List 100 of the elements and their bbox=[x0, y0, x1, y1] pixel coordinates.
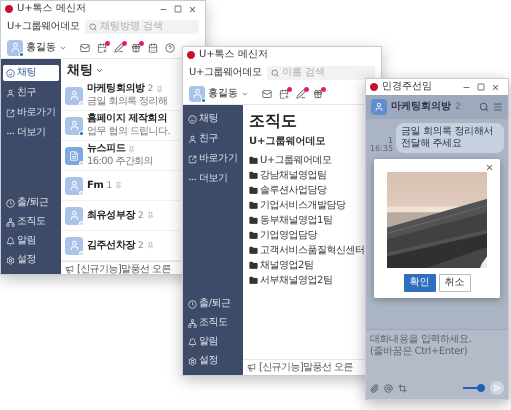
chat-room-item[interactable]: 최유성부장 2 bbox=[61, 201, 181, 231]
sidebar-item[interactable]: 조직도 bbox=[3, 214, 59, 230]
toggle-switch[interactable] bbox=[463, 384, 485, 392]
person-icon bbox=[68, 180, 80, 191]
user-name: 홍길동 bbox=[208, 88, 238, 98]
pen-icon[interactable] bbox=[114, 42, 124, 52]
mail-icon[interactable] bbox=[262, 88, 272, 98]
crop-icon[interactable] bbox=[398, 384, 407, 392]
sidebar-item[interactable]: 알림 bbox=[185, 334, 241, 350]
dialog-button[interactable]: 확인 bbox=[404, 274, 436, 292]
gift-icon[interactable] bbox=[313, 88, 323, 98]
sidebar-item[interactable]: 설정 bbox=[185, 353, 241, 369]
room-name: Fm bbox=[87, 180, 104, 192]
chat-room-item[interactable]: 김주선차장 2 bbox=[61, 231, 181, 261]
chat-icon bbox=[6, 68, 15, 78]
clock-icon bbox=[188, 300, 197, 308]
folder-icon bbox=[249, 171, 258, 180]
close-icon[interactable] bbox=[188, 4, 197, 14]
folder-icon bbox=[249, 231, 258, 240]
member-count: 2 bbox=[138, 240, 144, 252]
folder-icon bbox=[249, 201, 258, 210]
mail-icon[interactable] bbox=[80, 42, 90, 52]
sidebar-item[interactable]: 알림 bbox=[3, 233, 59, 249]
member-count: 2 bbox=[138, 210, 144, 222]
chat-room-item[interactable]: 뉴스피드 16:00 주간회의 bbox=[61, 141, 181, 171]
app-logo-icon bbox=[5, 5, 13, 13]
person-icon bbox=[374, 102, 384, 112]
clock-icon bbox=[6, 198, 15, 208]
chat-icon bbox=[188, 114, 197, 124]
calendar-icon[interactable] bbox=[279, 88, 289, 98]
gift-icon[interactable] bbox=[131, 42, 141, 52]
company-name: U+그룹웨어데모 bbox=[189, 68, 261, 78]
sidebar-item[interactable]: 친구 bbox=[185, 131, 241, 147]
sidebar-item[interactable]: 출/퇴근 bbox=[185, 296, 241, 312]
sidebar-item[interactable]: 친구 bbox=[3, 85, 59, 101]
member-count: 2 bbox=[455, 102, 461, 112]
notice-text: [신규기능]말풍선 오른 bbox=[77, 264, 171, 274]
sidebar-item[interactable]: 조직도 bbox=[185, 315, 241, 331]
pen-icon[interactable] bbox=[296, 88, 306, 98]
chat-room-item[interactable]: 홈페이지 제작회의 업무 협의 드립니다. bbox=[61, 111, 181, 141]
sidebar-item[interactable]: 더보기 bbox=[185, 171, 241, 187]
close-icon[interactable] bbox=[491, 82, 500, 92]
message-preview: 업무 협의 드립니다. bbox=[87, 126, 170, 138]
sidebar-item[interactable]: 바로가기 bbox=[185, 151, 241, 167]
chat-room-item[interactable]: Fm 1 bbox=[61, 171, 181, 201]
person-icon bbox=[68, 210, 80, 221]
maximize-icon[interactable] bbox=[174, 5, 182, 13]
message-preview: 16:00 주간회의 bbox=[87, 156, 153, 168]
megaphone-icon bbox=[247, 363, 256, 372]
search-icon bbox=[89, 23, 97, 31]
paperclip-icon[interactable] bbox=[370, 384, 379, 392]
page-title: 조직도 bbox=[249, 113, 298, 129]
room-name: 홈페이지 제작회의 bbox=[87, 113, 167, 125]
sidebar-item[interactable]: 더보기 bbox=[3, 125, 59, 141]
chat-room-item[interactable]: 마케팅회의방 2 금일 회의록 정리해 bbox=[61, 81, 181, 111]
room-name: 김주선차장 bbox=[87, 240, 136, 252]
sidebar-item[interactable]: 바로가기 bbox=[3, 105, 59, 121]
settings-icon bbox=[188, 356, 197, 366]
folder-icon bbox=[249, 216, 258, 225]
member-count: 1 bbox=[106, 180, 112, 192]
member-count: 2 bbox=[148, 83, 154, 95]
bell-icon bbox=[6, 236, 15, 246]
company-name: U+그룹웨어데모 bbox=[249, 137, 326, 147]
search-icon[interactable] bbox=[479, 102, 489, 112]
help-icon[interactable] bbox=[165, 42, 175, 52]
person-icon bbox=[68, 120, 80, 131]
org-chart-icon bbox=[188, 318, 197, 328]
sidebar-item[interactable]: 채팅 bbox=[3, 65, 59, 81]
megaphone-icon bbox=[65, 265, 74, 274]
settings-icon bbox=[6, 256, 15, 264]
window-title: U+톡스 메신저 bbox=[199, 50, 268, 60]
room-name: 마케팅회의방 bbox=[391, 102, 451, 112]
calendar-icon[interactable] bbox=[148, 42, 158, 52]
unread-count: 1 bbox=[388, 137, 394, 145]
document-icon bbox=[69, 150, 79, 160]
person-icon bbox=[6, 88, 15, 98]
app-logo-icon bbox=[187, 51, 195, 59]
at-sign-icon[interactable] bbox=[384, 384, 393, 392]
room-name: 마케팅회의방 bbox=[87, 83, 145, 95]
company-name: U+그룹웨어데모 bbox=[7, 22, 79, 32]
folder-icon bbox=[249, 246, 258, 255]
person-icon bbox=[68, 90, 80, 101]
sidebar-item[interactable]: 채팅 bbox=[185, 111, 241, 127]
person-icon bbox=[188, 134, 197, 144]
calendar-icon[interactable] bbox=[97, 42, 107, 52]
notice-text: [신규기능]말풍선 오른 bbox=[259, 362, 353, 372]
dialog-button[interactable]: 취소 bbox=[438, 274, 470, 292]
app-logo-icon bbox=[370, 83, 378, 91]
user-name: 홍길동 bbox=[26, 42, 56, 52]
shortcut-icon bbox=[188, 154, 197, 164]
menu-icon[interactable] bbox=[493, 102, 503, 112]
close-icon[interactable] bbox=[485, 163, 494, 172]
sidebar-item[interactable]: 출/퇴근 bbox=[3, 195, 59, 211]
person-icon bbox=[68, 240, 80, 251]
bell-icon bbox=[188, 338, 197, 346]
sidebar-item[interactable]: 설정 bbox=[3, 252, 59, 268]
list-title: 채팅 bbox=[67, 64, 93, 76]
maximize-icon[interactable] bbox=[477, 83, 485, 91]
window-title: 민경주선임 bbox=[382, 82, 432, 92]
room-name: 뉴스피드 bbox=[87, 143, 126, 155]
